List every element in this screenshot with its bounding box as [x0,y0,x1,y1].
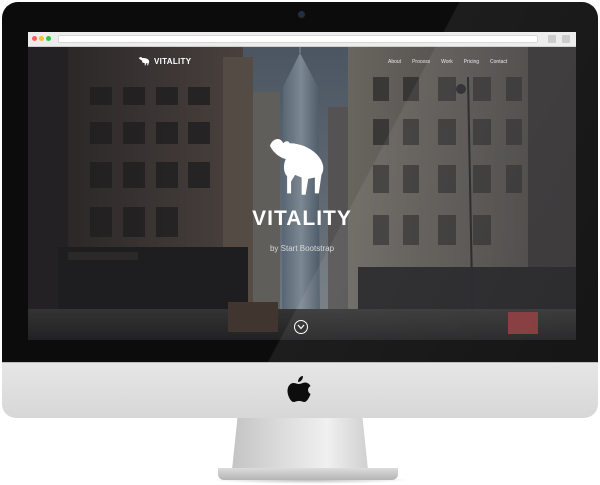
site-navbar: VITALITY About Process Work Pricing Cont… [28,47,576,79]
brand-logo-link[interactable]: VITALITY [138,56,191,66]
chevron-down-icon [297,324,305,330]
close-window-button[interactable] [32,36,37,41]
scroll-down-button[interactable] [294,320,308,334]
monitor-bezel: VITALITY About Process Work Pricing Cont… [2,2,598,362]
hero-bull-icon [269,139,324,195]
screen: VITALITY About Process Work Pricing Cont… [28,32,576,340]
minimize-window-button[interactable] [39,36,44,41]
monitor-stand [232,418,368,470]
web-page: VITALITY About Process Work Pricing Cont… [28,47,576,340]
imac-frame: VITALITY About Process Work Pricing Cont… [0,0,600,485]
address-bar[interactable] [58,35,538,43]
nav-link-process[interactable]: Process [412,59,430,65]
maximize-window-button[interactable] [46,36,51,41]
nav-link-about[interactable]: About [388,59,401,65]
bull-icon [138,57,150,66]
monitor-stand-base [218,468,398,480]
browser-toolbar [28,32,576,47]
nav-links: About Process Work Pricing Contact [388,59,507,65]
hero-subtitle: by Start Bootstrap [269,244,335,253]
apple-logo-icon [287,376,311,402]
hero-title: VITALITY [252,207,352,230]
browser-action-icon[interactable] [548,35,556,43]
nav-link-pricing[interactable]: Pricing [464,59,479,65]
nav-link-work[interactable]: Work [441,59,453,65]
brand-name: VITALITY [154,56,192,66]
nav-link-contact[interactable]: Contact [490,59,507,65]
browser-menu-icon[interactable] [562,35,570,43]
camera [298,11,305,18]
